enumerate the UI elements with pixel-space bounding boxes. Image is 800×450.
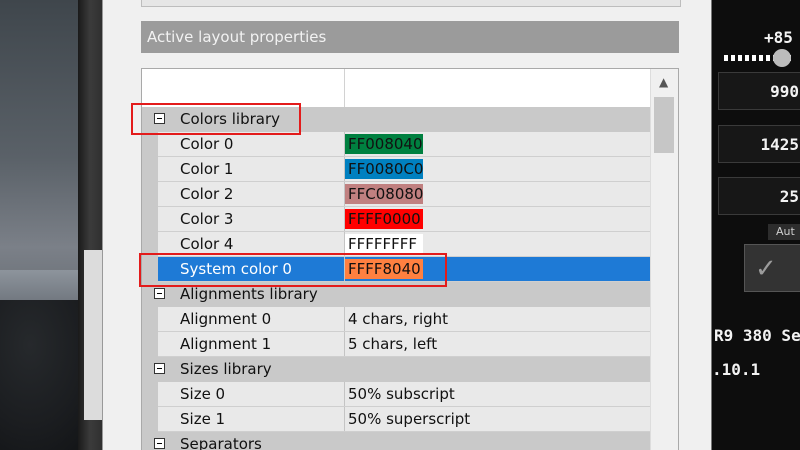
property-name: Size 0: [180, 385, 226, 403]
property-name: System color 0: [180, 260, 292, 278]
properties-dialog: Active layout properties Colors library C…: [102, 0, 712, 450]
property-grid: Colors library Color 0 FF008040 Color 1 FF00…: [141, 68, 679, 450]
property-value[interactable]: 50% subscript: [348, 382, 455, 406]
hud-slider-knob[interactable]: [772, 49, 791, 67]
hud-value-3[interactable]: 25: [718, 177, 800, 215]
hud-gpu-name: R9 380 Ser: [714, 326, 800, 345]
row-indent: [142, 332, 158, 357]
color-swatch[interactable]: FFFF8040: [345, 259, 423, 279]
group-row[interactable]: Sizes library: [142, 357, 650, 382]
group-row[interactable]: Alignments library: [142, 282, 650, 307]
collapse-icon[interactable]: [154, 363, 165, 374]
collapse-icon[interactable]: [154, 113, 165, 124]
vertical-scrollbar[interactable]: ▲: [650, 69, 678, 450]
group-row[interactable]: Colors library: [142, 107, 650, 132]
row-indent: [142, 257, 158, 282]
property-name: Color 0: [180, 135, 234, 153]
grid-header: [142, 69, 650, 107]
color-property-row[interactable]: Color 2 FFC08080: [142, 182, 650, 207]
hud-value-1[interactable]: 990: [718, 72, 800, 110]
color-swatch[interactable]: FF0080C0: [345, 159, 423, 179]
property-row[interactable]: Size 1 50% superscript: [142, 407, 650, 432]
property-row[interactable]: Alignment 1 5 chars, left: [142, 332, 650, 357]
color-swatch[interactable]: FFC08080: [345, 184, 423, 204]
color-property-row[interactable]: Color 1 FF0080C0: [142, 157, 650, 182]
color-property-row[interactable]: System color 0 FFFF8040: [142, 257, 650, 282]
group-label: Separators: [180, 435, 262, 450]
property-name: Color 1: [180, 160, 234, 178]
property-rows: Colors library Color 0 FF008040 Color 1 FF00…: [142, 107, 650, 450]
property-value[interactable]: 5 chars, left: [348, 332, 437, 356]
group-row[interactable]: Separators: [142, 432, 650, 450]
row-indent: [142, 157, 158, 182]
property-name: Alignment 1: [180, 335, 272, 353]
scroll-up-icon[interactable]: ▲: [659, 75, 668, 89]
group-label: Alignments library: [180, 285, 318, 303]
grid-header-divider[interactable]: [344, 69, 345, 107]
row-indent: [142, 132, 158, 157]
property-name: Color 2: [180, 185, 234, 203]
top-panel-edge: [141, 0, 681, 7]
hud-auto-button[interactable]: Aut: [768, 224, 800, 240]
row-indent: [142, 207, 158, 232]
row-indent: [142, 232, 158, 257]
row-indent: [142, 407, 158, 432]
frame-edge-thumb: [84, 250, 102, 420]
color-swatch[interactable]: FFFFFFFF: [345, 234, 423, 254]
collapse-icon[interactable]: [154, 288, 165, 299]
column-divider: [344, 382, 345, 406]
color-property-row[interactable]: Color 0 FF008040: [142, 132, 650, 157]
property-name: Color 4: [180, 235, 234, 253]
column-divider: [344, 407, 345, 431]
row-indent: [142, 307, 158, 332]
panel-header: Active layout properties: [141, 21, 679, 53]
property-value[interactable]: 50% superscript: [348, 407, 470, 431]
color-property-row[interactable]: Color 4 FFFFFFFF: [142, 232, 650, 257]
hud-apply-check-icon[interactable]: ✓: [744, 244, 800, 292]
hud-version: .10.1: [712, 360, 761, 379]
collapse-icon[interactable]: [154, 438, 165, 449]
scrollbar-thumb[interactable]: [654, 97, 674, 153]
group-label: Colors library: [180, 110, 281, 128]
color-property-row[interactable]: Color 3 FFFF0000: [142, 207, 650, 232]
property-row[interactable]: Alignment 0 4 chars, right: [142, 307, 650, 332]
column-divider: [344, 332, 345, 356]
row-indent: [142, 382, 158, 407]
group-label: Sizes library: [180, 360, 272, 378]
column-divider: [344, 307, 345, 331]
property-name: Color 3: [180, 210, 234, 228]
hud-offset: +85: [764, 28, 793, 47]
property-value[interactable]: 4 chars, right: [348, 307, 448, 331]
hud-value-2[interactable]: 1425: [718, 125, 800, 163]
gpu-overlay-panel: +85 990 1425 25 Aut ✓ R9 380 Ser .10.1: [712, 0, 800, 450]
row-indent: [142, 182, 158, 207]
property-row[interactable]: Size 0 50% subscript: [142, 382, 650, 407]
color-swatch[interactable]: FF008040: [345, 134, 423, 154]
property-name: Alignment 0: [180, 310, 272, 328]
property-name: Size 1: [180, 410, 226, 428]
color-swatch[interactable]: FFFF0000: [345, 209, 423, 229]
